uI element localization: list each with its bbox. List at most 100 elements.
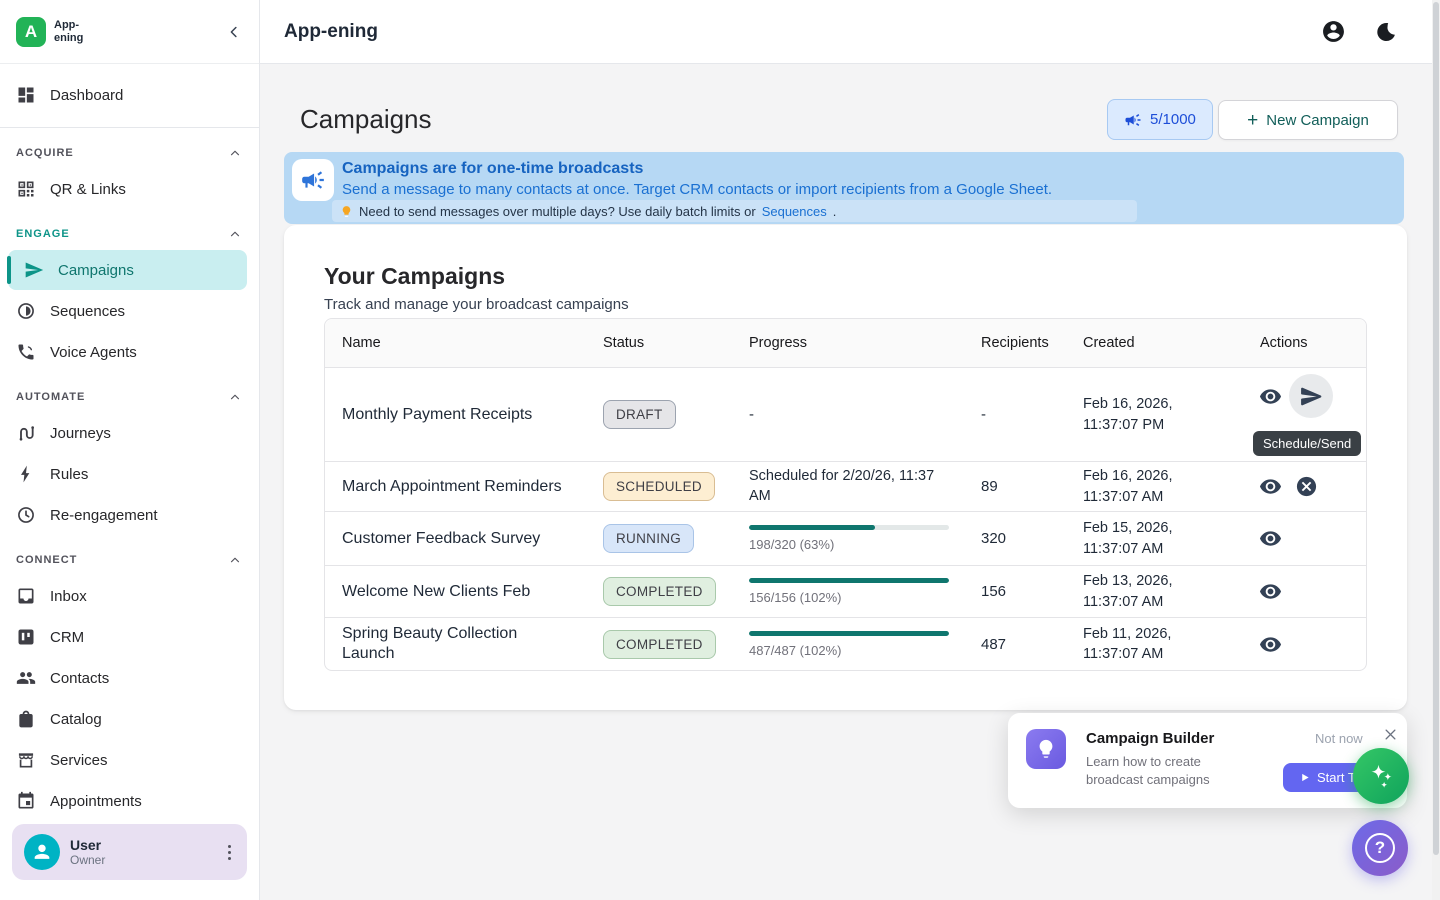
sidebar-item-qr-links[interactable]: QR & Links — [0, 169, 260, 209]
lightbulb-icon — [1026, 729, 1066, 769]
recipients-value: 320 — [964, 512, 1066, 565]
sidebar-item-voice-agents[interactable]: Voice Agents — [0, 332, 260, 372]
progress-label: 487/487 (102%) — [749, 643, 949, 658]
chevron-up-icon — [228, 227, 242, 241]
sidebar-item-label: Appointments — [50, 793, 142, 810]
user-menu-button[interactable] — [224, 841, 235, 864]
sidebar-item-label: Rules — [50, 466, 88, 483]
view-button[interactable] — [1253, 575, 1287, 609]
main-content: Campaigns 5/1000 New Campaign Campaigns … — [260, 64, 1440, 900]
col-status: Status — [586, 319, 732, 367]
storefront-icon — [16, 750, 36, 770]
created-date: Feb 11, 2026, — [1083, 626, 1171, 642]
chevron-up-icon — [228, 390, 242, 404]
chevron-left-icon — [225, 23, 243, 41]
progress-bar — [749, 578, 949, 583]
sidebar-item-sequences[interactable]: Sequences — [0, 291, 260, 331]
campaign-name: Monthly Payment Receipts — [325, 368, 586, 461]
cancel-icon — [1295, 475, 1318, 498]
banner-tip-text: Need to send messages over multiple days… — [359, 204, 756, 219]
progress-track — [749, 525, 949, 530]
question-icon — [1365, 833, 1395, 863]
sidebar-item-crm[interactable]: CRM — [0, 617, 260, 657]
eye-icon — [1259, 527, 1282, 550]
lightbulb-icon — [340, 205, 353, 218]
user-card[interactable]: User Owner — [12, 824, 247, 880]
view-button[interactable] — [1253, 627, 1287, 661]
status-badge: COMPLETED — [603, 577, 716, 606]
col-name: Name — [325, 319, 586, 367]
progress-track — [749, 578, 949, 583]
sidebar-item-campaigns[interactable]: Campaigns — [8, 250, 247, 290]
created-time: 11:37:07 AM — [1083, 646, 1163, 662]
dark-mode-toggle[interactable] — [1374, 20, 1398, 44]
sidebar-item-label: Sequences — [50, 303, 125, 320]
progress: 156/156 (102%) — [749, 578, 949, 605]
plus-icon — [1247, 111, 1258, 130]
created-date: Feb 16, 2026, — [1083, 396, 1173, 412]
section-engage[interactable]: ENGAGE — [0, 226, 260, 242]
schedule-send-button[interactable] — [1289, 374, 1333, 418]
qr-code-icon — [16, 179, 36, 199]
app-title: App-ening — [284, 21, 378, 43]
popup-title: Campaign Builder — [1086, 730, 1214, 747]
play-icon — [1299, 772, 1310, 783]
view-button[interactable] — [1253, 522, 1287, 556]
section-connect[interactable]: CONNECT — [0, 552, 260, 568]
status-badge: DRAFT — [603, 400, 676, 429]
cancel-button[interactable] — [1289, 470, 1323, 504]
view-button[interactable] — [1253, 470, 1287, 504]
sidebar-logo-row: A App- ening — [0, 0, 259, 64]
send-icon — [24, 260, 44, 280]
sidebar-item-label: Campaigns — [58, 262, 134, 279]
page-title: Campaigns — [300, 104, 432, 135]
calendar-icon — [16, 791, 36, 811]
recipients-value: - — [964, 368, 1066, 461]
not-now-button[interactable]: Not now — [1315, 731, 1363, 746]
inbox-icon — [16, 586, 36, 606]
help-fab[interactable] — [1352, 820, 1408, 876]
close-button[interactable] — [1379, 723, 1402, 746]
created-date: Feb 15, 2026, — [1083, 520, 1173, 536]
table-row: March Appointment Reminders SCHEDULED Sc… — [325, 462, 1366, 512]
clock-icon — [16, 505, 36, 525]
eye-icon — [1259, 475, 1282, 498]
new-campaign-button[interactable]: New Campaign — [1218, 100, 1398, 140]
sequences-link[interactable]: Sequences — [762, 204, 827, 219]
sidebar-item-services[interactable]: Services — [0, 740, 260, 780]
table-row: Spring Beauty Collection Launch COMPLETE… — [325, 618, 1366, 670]
scrollbar-thumb[interactable] — [1433, 2, 1439, 855]
app-logo: A — [16, 17, 46, 47]
col-recipients: Recipients — [964, 319, 1066, 367]
sidebar-item-contacts[interactable]: Contacts — [0, 658, 260, 698]
sidebar-item-label: Dashboard — [50, 87, 123, 104]
scrollbar-track — [1432, 0, 1440, 900]
sidebar-item-label: Journeys — [50, 425, 111, 442]
account-button[interactable] — [1321, 19, 1346, 44]
quota-badge[interactable]: 5/1000 — [1107, 99, 1213, 140]
sidebar-collapse-button[interactable] — [225, 23, 243, 41]
sidebar-item-appointments[interactable]: Appointments — [0, 781, 260, 821]
campaign-name: March Appointment Reminders — [325, 462, 586, 511]
section-label: CONNECT — [16, 554, 77, 566]
close-icon — [1383, 727, 1398, 742]
created-time: 11:37:07 AM — [1083, 541, 1163, 557]
section-acquire[interactable]: ACQUIRE — [0, 145, 260, 161]
view-button[interactable] — [1253, 379, 1287, 413]
section-automate[interactable]: AUTOMATE — [0, 389, 260, 405]
ai-assistant-fab[interactable] — [1353, 748, 1409, 804]
progress-label: 198/320 (63%) — [749, 537, 949, 552]
progress: 198/320 (63%) — [749, 525, 949, 552]
progress-value: - — [732, 368, 964, 461]
sidebar-item-reengagement[interactable]: Re-engagement — [0, 495, 260, 535]
sidebar-item-label: Catalog — [50, 711, 102, 728]
section-label: AUTOMATE — [16, 391, 85, 403]
app-logo-text: App- ening — [54, 19, 83, 44]
sidebar-item-inbox[interactable]: Inbox — [0, 576, 260, 616]
sidebar-item-dashboard[interactable]: Dashboard — [0, 75, 260, 115]
eye-icon — [1259, 385, 1282, 408]
table-row: Customer Feedback Survey RUNNING 198/320… — [325, 512, 1366, 566]
sidebar-item-journeys[interactable]: Journeys — [0, 413, 260, 453]
sidebar-item-catalog[interactable]: Catalog — [0, 699, 260, 739]
sidebar-item-rules[interactable]: Rules — [0, 454, 260, 494]
